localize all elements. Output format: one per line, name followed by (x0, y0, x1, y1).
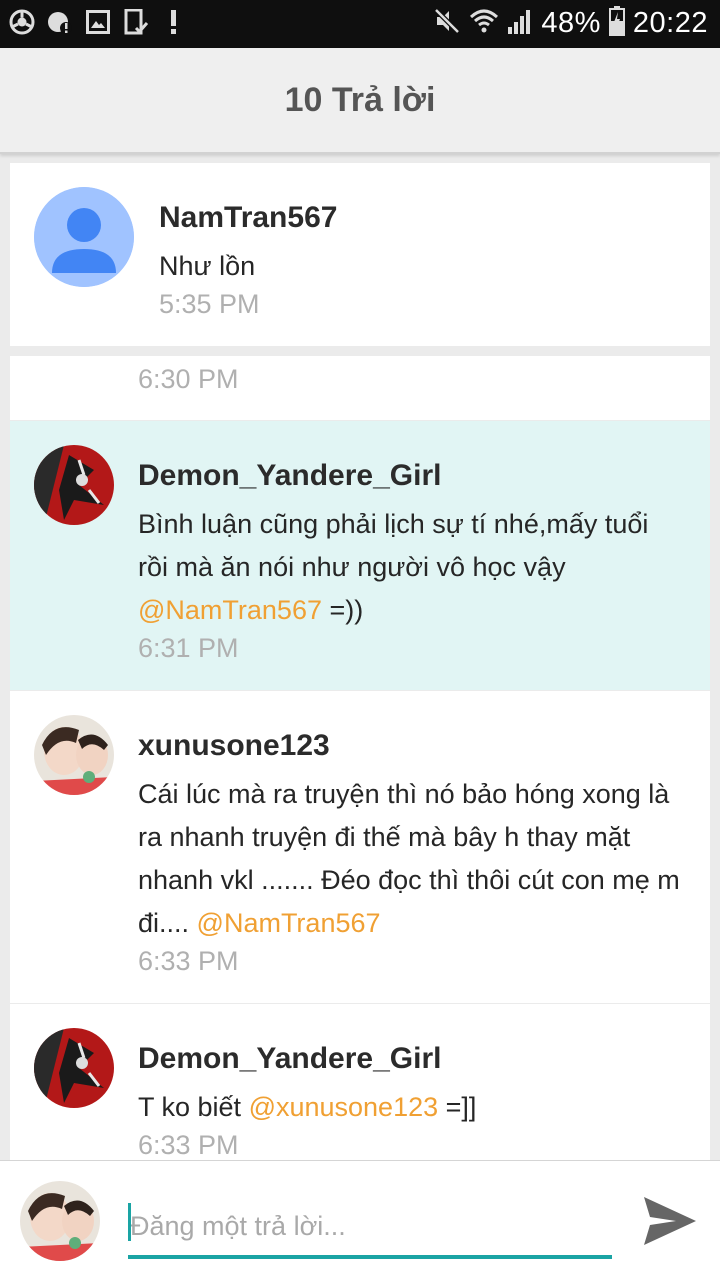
avatar[interactable] (34, 445, 114, 525)
comment-author[interactable]: Demon_Yandere_Girl (138, 459, 441, 493)
send-icon (644, 1197, 696, 1245)
status-bar: 48% 20:22 (0, 0, 720, 48)
avatar[interactable] (34, 1028, 114, 1108)
avatar[interactable] (34, 187, 134, 287)
battery-percent: 48% (541, 7, 601, 39)
signal-icon (507, 7, 533, 40)
comment-author[interactable]: Demon_Yandere_Girl (138, 1042, 441, 1076)
comment-author[interactable]: xunusone123 (138, 729, 330, 763)
app-bar: 10 Trả lời (0, 48, 720, 154)
send-button[interactable] (642, 1195, 698, 1252)
page-title: 10 Trả lời (284, 80, 436, 119)
comment-text: Như lồn (159, 251, 256, 281)
reply-input[interactable] (128, 1197, 612, 1259)
comment-time: 6:31 PM (138, 633, 239, 663)
tablet-check-icon (122, 8, 150, 36)
clock: 20:22 (632, 7, 708, 39)
text-caret (128, 1203, 131, 1241)
comment-card[interactable]: NamTran567 Như lồn 5:35 PM (10, 163, 710, 346)
mute-icon (433, 7, 461, 40)
account-alert-icon (46, 8, 74, 36)
comment-text: T ko biết @xunusone123 =]] (138, 1092, 477, 1122)
mention-link[interactable]: @xunusone123 (249, 1092, 439, 1122)
comment-card-highlighted[interactable]: Demon_Yandere_Girl Bình luận cũng phải l… (10, 421, 710, 690)
comment-time: 6:33 PM (138, 1130, 239, 1160)
comment-card[interactable]: xunusone123 Cái lúc mà ra truyện thì nó … (10, 691, 710, 1003)
battery-charging-icon (608, 6, 625, 41)
photo-avatar-icon (20, 1181, 100, 1261)
wifi-icon (469, 7, 499, 40)
comment-card[interactable]: Demon_Yandere_Girl T ko biết @xunusone12… (10, 1004, 710, 1164)
comment-time: 5:35 PM (159, 289, 260, 319)
photo-avatar-icon (34, 715, 114, 795)
comment-text: Bình luận cũng phải lịch sự tí nhé,mấy t… (138, 509, 649, 625)
current-user-avatar (20, 1181, 100, 1261)
mention-link[interactable]: @NamTran567 (197, 908, 381, 938)
avatar[interactable] (34, 715, 114, 795)
chrome-icon (8, 8, 36, 36)
comment-text: Cái lúc mà ra truyện thì nó bảo hóng xon… (138, 779, 680, 938)
mention-link[interactable]: @NamTran567 (138, 595, 322, 625)
alert-icon (160, 8, 188, 36)
anime-avatar-icon (34, 1028, 114, 1108)
reply-composer (0, 1160, 720, 1281)
comment-card[interactable]: 6:30 PM (10, 356, 710, 420)
comment-time: 6:30 PM (138, 364, 239, 394)
default-avatar-icon (34, 187, 134, 287)
comment-time: 6:33 PM (138, 946, 239, 976)
image-icon (84, 8, 112, 36)
comment-author[interactable]: NamTran567 (159, 201, 337, 235)
anime-avatar-icon (34, 445, 114, 525)
